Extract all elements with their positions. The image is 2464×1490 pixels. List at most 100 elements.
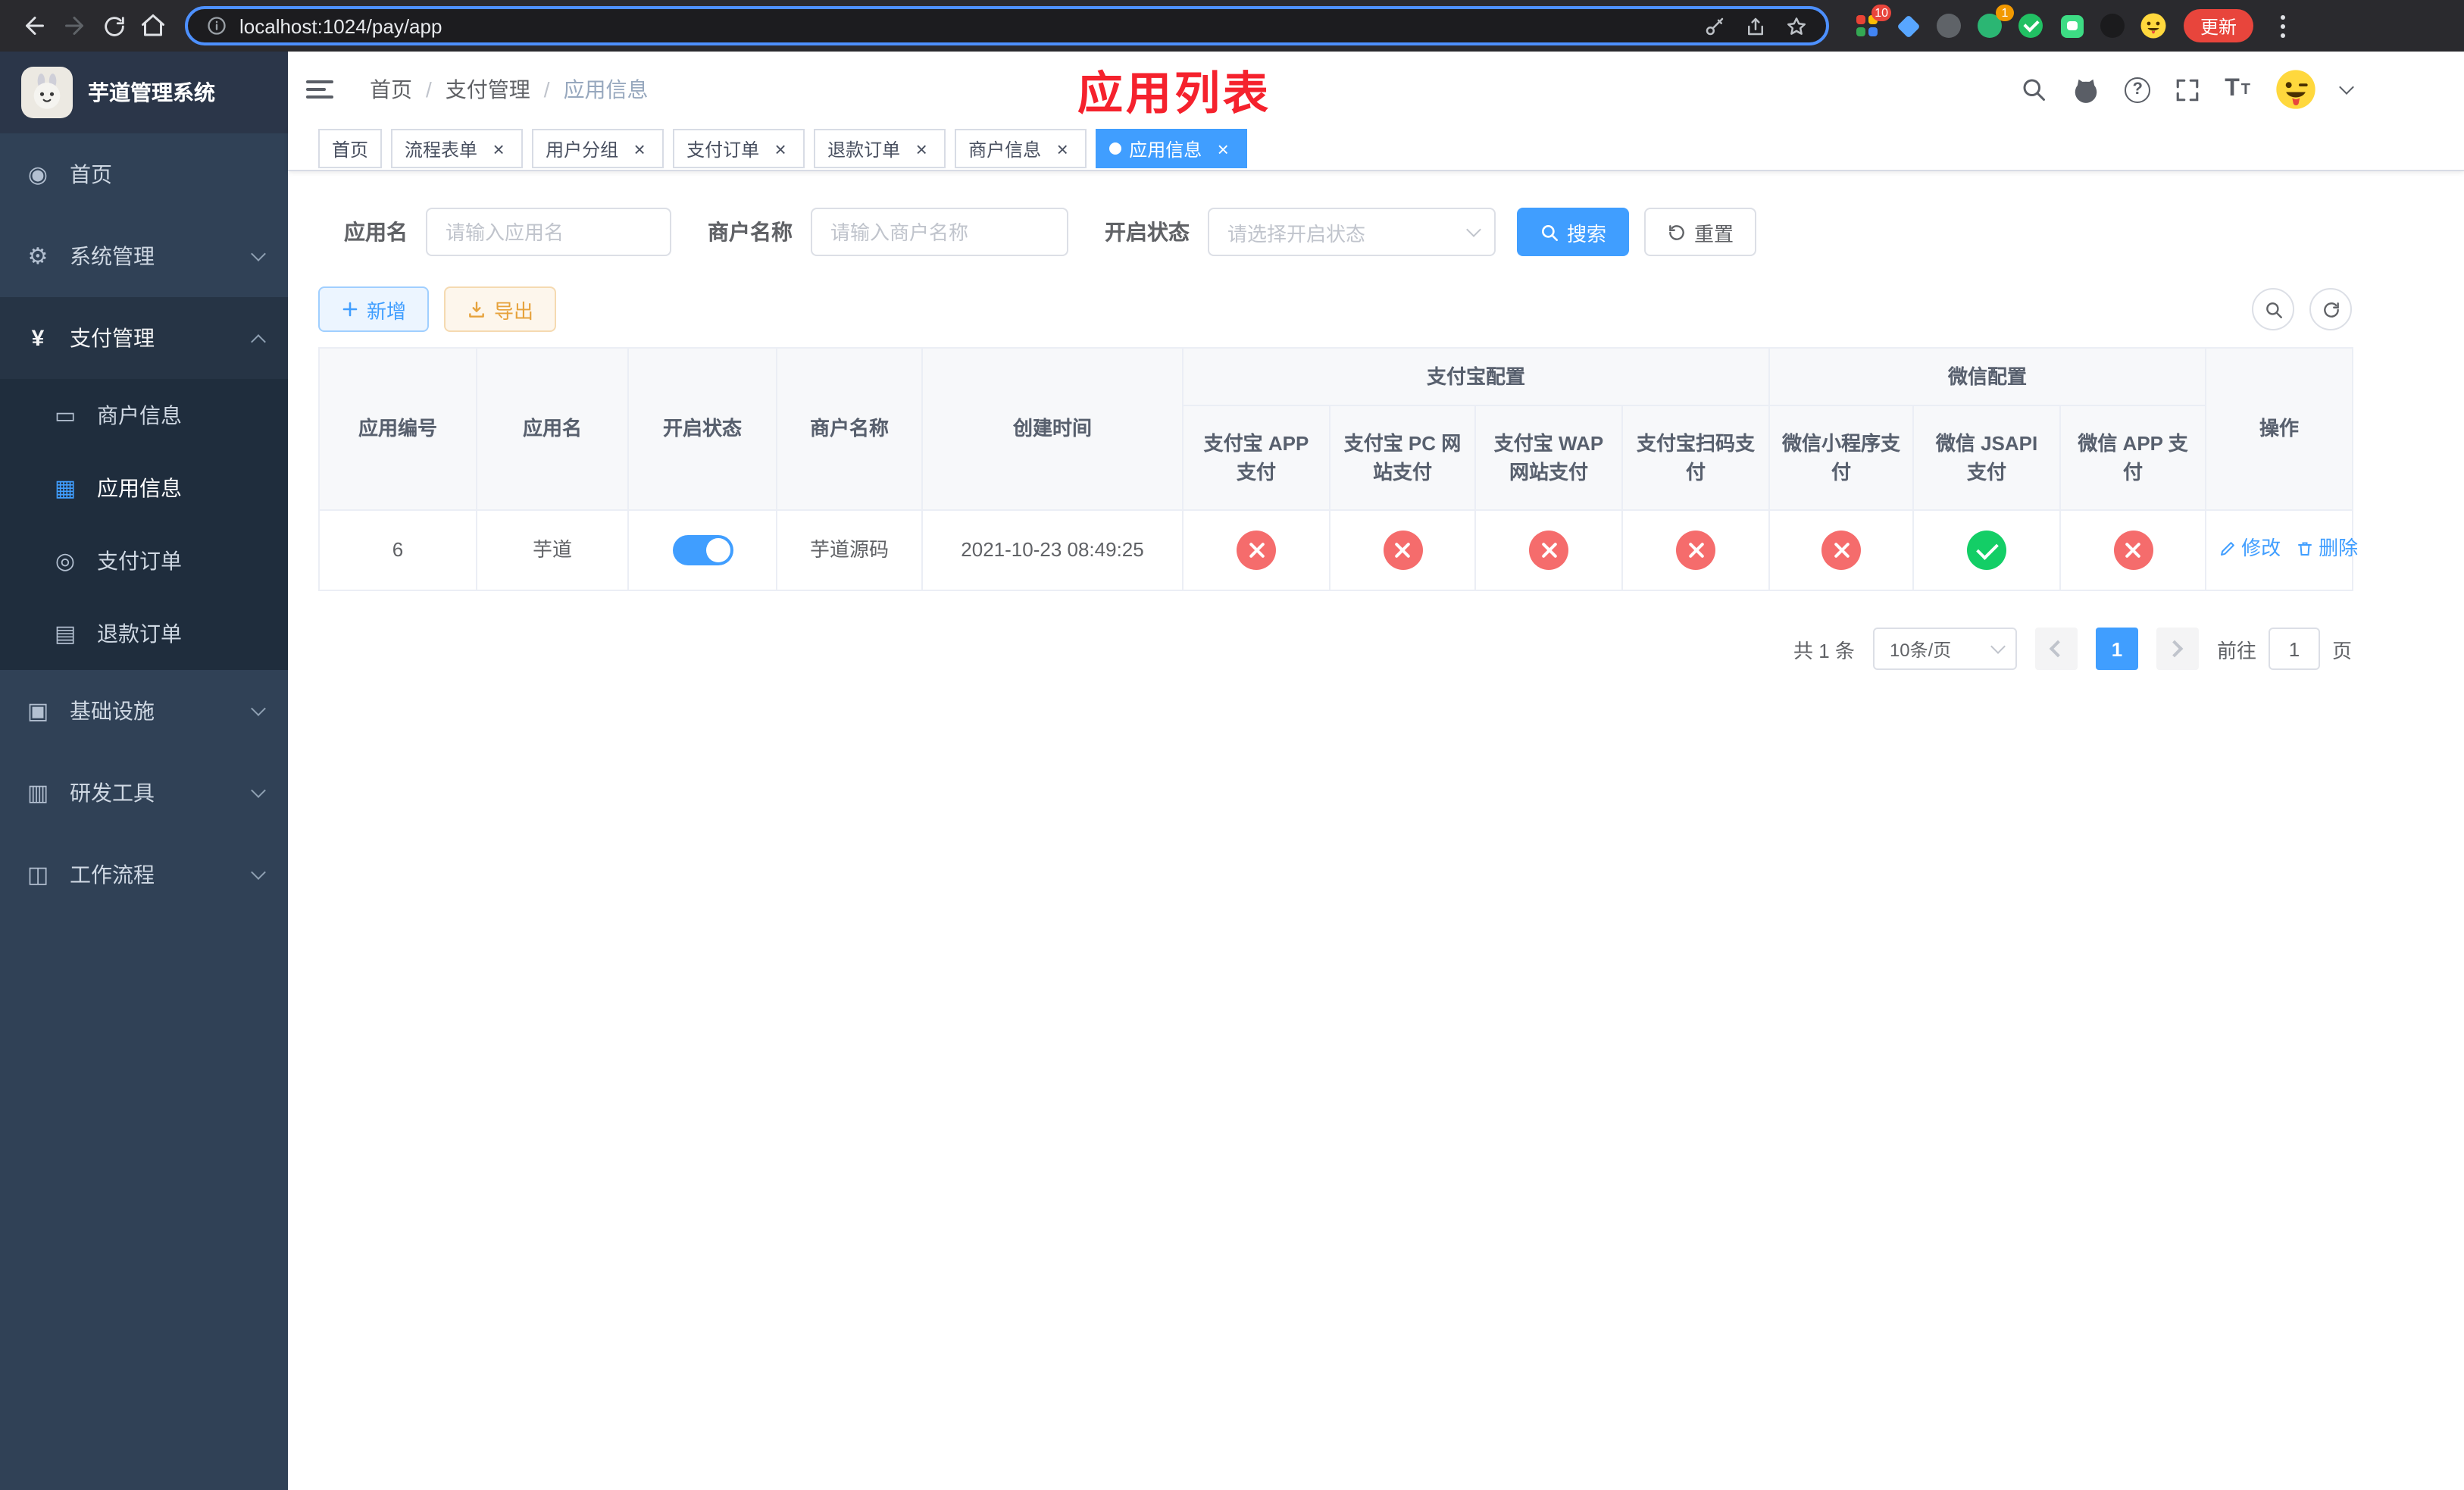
chevron-down-icon[interactable] [2339, 80, 2354, 95]
app-name-input[interactable] [426, 208, 671, 256]
home-icon[interactable] [133, 6, 173, 45]
sidebar-item-infrastructure[interactable]: ▣ 基础设施 [0, 670, 288, 752]
merchant-name-input[interactable] [811, 208, 1068, 256]
export-button[interactable]: 导出 [444, 286, 557, 332]
sidebar-item-payment-orders[interactable]: ◎ 支付订单 [0, 524, 288, 597]
browser-menu-icon[interactable] [2270, 14, 2294, 37]
search-button[interactable]: 搜索 [1517, 208, 1630, 256]
password-key-icon[interactable] [1703, 14, 1726, 37]
tab-merchant-info[interactable]: 商户信息 × [955, 129, 1087, 168]
goto-page-input[interactable] [2268, 628, 2320, 670]
page-number-1[interactable]: 1 [2095, 628, 2138, 670]
back-icon[interactable] [15, 6, 55, 45]
sidebar-item-label: 支付订单 [97, 549, 182, 573]
col-group-wechat: 微信配置 [1768, 347, 2207, 406]
status-select[interactable]: 请选择开启状态 [1208, 208, 1496, 256]
cell-alipay-app [1182, 509, 1330, 591]
sidebar-item-label: 商户信息 [97, 403, 182, 427]
url-text[interactable]: localhost:1024/pay/app [239, 14, 1691, 37]
tab-home[interactable]: 首页 [318, 129, 383, 168]
close-icon[interactable]: × [911, 138, 932, 159]
browser-profile-avatar[interactable] [2140, 12, 2167, 39]
refresh-table-icon[interactable] [2309, 288, 2352, 330]
github-icon[interactable] [2072, 75, 2100, 104]
tab-user-group[interactable]: 用户分组 × [532, 129, 664, 168]
help-icon[interactable]: ? [2125, 77, 2151, 102]
sidebar-item-merchant-info[interactable]: ▭ 商户信息 [0, 379, 288, 452]
diamond-extension-icon[interactable] [1894, 12, 1921, 39]
config-status-icon [1676, 531, 1715, 570]
reload-icon[interactable] [94, 6, 133, 45]
sidebar: 芋道管理系统 ◉ 首页 ⚙ 系统管理 ¥ 支付管理 ▭ 商户信息 ▦ 应用信息 … [0, 52, 288, 1490]
cell-wechat-mini [1768, 509, 1915, 591]
col-header-actions: 操作 [2205, 347, 2354, 511]
sidebar-item-refund-orders[interactable]: ▤ 退款订单 [0, 597, 288, 670]
tab-payment-orders[interactable]: 支付订单 × [673, 129, 805, 168]
search-icon[interactable] [2020, 76, 2047, 103]
check-extension-icon[interactable] [2017, 12, 2044, 39]
avatar-extension-icon[interactable]: 1 [1976, 5, 2014, 39]
chevron-left-icon [2050, 640, 2068, 658]
tab-refund-orders[interactable]: 退款订单 × [814, 129, 946, 168]
breadcrumb-home[interactable]: 首页 [370, 74, 446, 105]
forward-icon[interactable] [55, 6, 94, 45]
config-status-icon [1383, 531, 1422, 570]
fullscreen-icon[interactable] [2175, 77, 2200, 102]
close-icon[interactable]: × [629, 138, 650, 159]
chevron-down-icon [251, 782, 266, 797]
app-logo-row[interactable]: 芋道管理系统 [0, 52, 288, 133]
merchant-name-label: 商户名称 [708, 220, 793, 244]
toggle-search-icon[interactable] [2252, 288, 2294, 330]
delete-link[interactable]: 删除 [2296, 534, 2358, 564]
sidebar-item-app-info[interactable]: ▦ 应用信息 [0, 452, 288, 524]
bookmark-star-icon[interactable] [1785, 14, 1808, 37]
tab-app-info[interactable]: 应用信息 × [1096, 129, 1248, 168]
sidebar-item-payment[interactable]: ¥ 支付管理 [0, 297, 288, 379]
sidebar-item-label: 支付管理 [70, 326, 155, 350]
sidebar-item-system[interactable]: ⚙ 系统管理 [0, 215, 288, 297]
close-icon[interactable]: × [770, 138, 791, 159]
close-icon[interactable]: × [488, 138, 509, 159]
sidebar-item-workflow[interactable]: ◫ 工作流程 [0, 834, 288, 916]
address-bar[interactable]: localhost:1024/pay/app [185, 6, 1829, 45]
dark-extension-icon[interactable] [1935, 12, 1962, 39]
sidebar-toggle-icon[interactable] [306, 80, 333, 99]
close-icon[interactable]: × [1052, 138, 1073, 159]
cell-alipay-pc [1329, 509, 1476, 591]
prev-page-button[interactable] [2034, 628, 2078, 670]
sidebar-item-home[interactable]: ◉ 首页 [0, 133, 288, 215]
chat-extension-icon[interactable] [2058, 12, 2085, 39]
tab-process-form[interactable]: 流程表单 × [391, 129, 524, 168]
toolbox-icon: ▥ [27, 781, 49, 806]
sidebar-item-devtools[interactable]: ▥ 研发工具 [0, 752, 288, 834]
tab-manager-extension-icon[interactable]: 10 [1853, 5, 1891, 39]
top-navbar: 首页 支付管理 应用信息 应用列表 ? [288, 52, 2464, 127]
next-page-button[interactable] [2156, 628, 2199, 670]
col-header-wechat-mini: 微信小程序支付 [1768, 405, 1915, 511]
font-size-icon[interactable] [2225, 76, 2250, 103]
refund-doc-icon: ▤ [54, 621, 77, 647]
cell-app-id: 6 [318, 509, 477, 591]
close-icon[interactable]: × [1212, 138, 1234, 159]
black-extension-icon[interactable] [2099, 12, 2126, 39]
status-switch[interactable] [672, 535, 733, 566]
app-title: 芋道管理系统 [88, 80, 215, 105]
edit-link[interactable]: 修改 [2219, 534, 2281, 564]
browser-update-button[interactable]: 更新 [2184, 9, 2254, 42]
cell-alipay-qr [1621, 509, 1771, 591]
page-size-select[interactable]: 10条/页 [1872, 628, 2017, 670]
yen-icon: ¥ [31, 325, 45, 351]
share-icon[interactable] [1744, 14, 1767, 37]
col-header-created: 创建时间 [921, 347, 1184, 511]
chevron-down-icon [251, 864, 266, 879]
col-group-alipay: 支付宝配置 [1181, 347, 1771, 406]
col-header-status: 开启状态 [627, 347, 777, 511]
add-button[interactable]: 新增 [318, 286, 430, 332]
col-header-wechat-jsapi: 微信 JSAPI 支付 [1912, 405, 2062, 511]
breadcrumb-payment[interactable]: 支付管理 [446, 74, 564, 105]
site-info-icon[interactable] [206, 15, 227, 36]
user-avatar[interactable] [2275, 68, 2317, 111]
browser-chrome: localhost:1024/pay/app 10 1 更新 [0, 0, 2464, 52]
reset-button[interactable]: 重置 [1644, 208, 1757, 256]
col-header-alipay-app: 支付宝 APP 支付 [1182, 405, 1330, 511]
